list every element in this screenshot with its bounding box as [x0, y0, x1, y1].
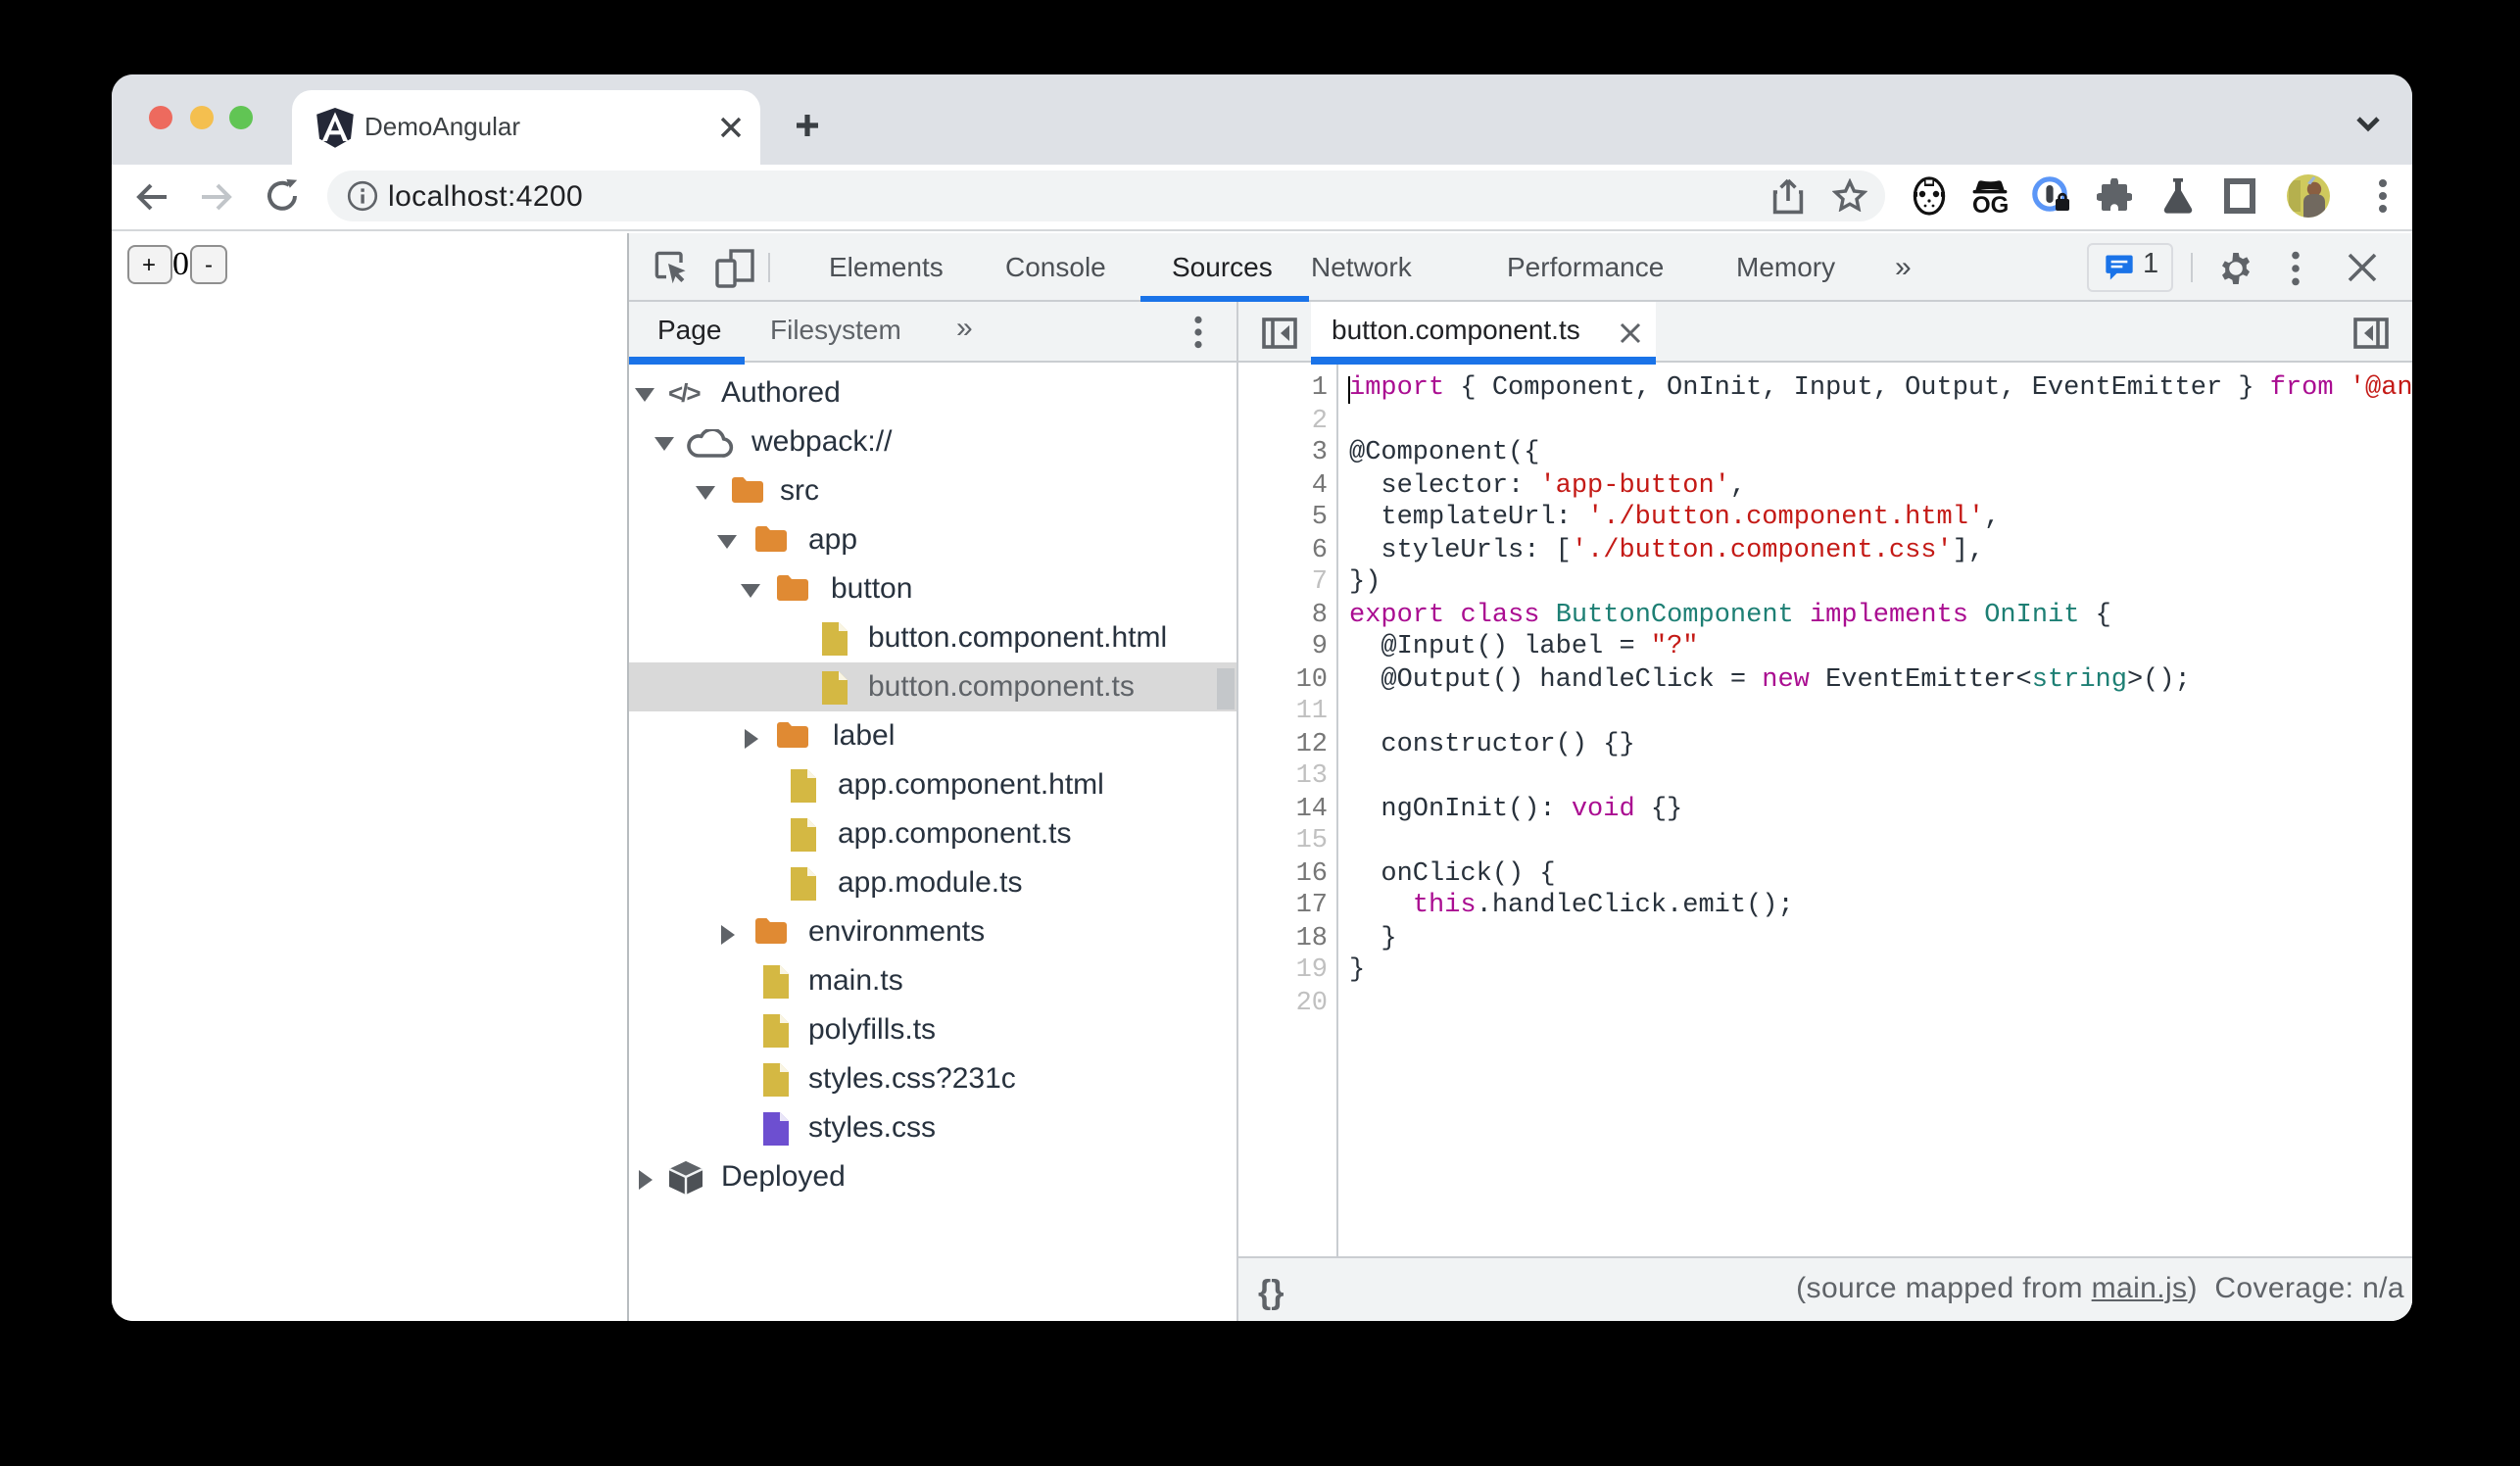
svg-text:OG: OG [1971, 191, 2008, 215]
